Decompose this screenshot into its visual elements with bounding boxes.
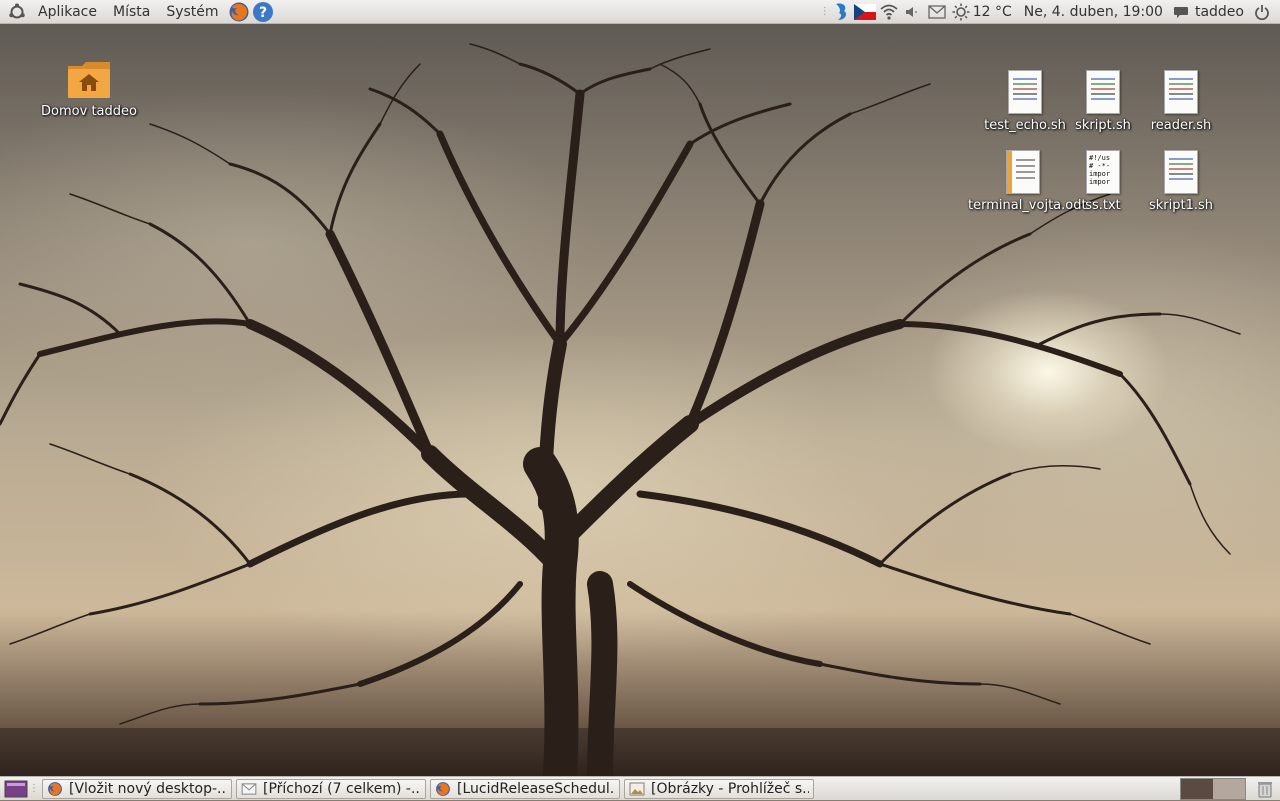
- firefox-icon: [47, 781, 63, 797]
- swiftfox-icon[interactable]: [829, 0, 853, 24]
- home-folder-label: Domov taddeo: [41, 104, 137, 119]
- script-file-icon: [1086, 70, 1120, 114]
- script-file-icon: [1164, 70, 1198, 114]
- firefox-icon[interactable]: [227, 0, 251, 24]
- task-label: [LucidReleaseSchedul...: [457, 780, 615, 797]
- help-icon[interactable]: ?: [251, 0, 275, 24]
- task-button-mail[interactable]: [Příchozí (7 celkem) -...: [236, 778, 426, 799]
- file-label: skript1.sh: [1148, 198, 1214, 213]
- folder-home-icon: [68, 62, 110, 98]
- text-file-preview-icon: #!/us # -*- impor impor: [1086, 150, 1120, 194]
- file-label: terminal_vojta.odt: [968, 198, 1087, 213]
- menu-places[interactable]: Místa: [105, 0, 158, 24]
- power-icon[interactable]: [1250, 0, 1274, 24]
- chat-status-icon[interactable]: [1169, 0, 1193, 24]
- file-reader[interactable]: reader.sh: [1126, 66, 1236, 134]
- user-name[interactable]: taddeo: [1193, 0, 1250, 24]
- svg-text:?: ?: [259, 5, 267, 21]
- workspace-switcher: [1180, 777, 1246, 800]
- menu-system[interactable]: Systém: [158, 0, 226, 24]
- file-skript1[interactable]: skript1.sh: [1126, 146, 1236, 214]
- mail-icon: [241, 781, 257, 797]
- script-file-icon: [1164, 150, 1198, 194]
- odt-document-icon: [1006, 150, 1040, 194]
- tree-silhouette: [0, 43, 1241, 776]
- task-label: [Obrázky - Prohlížeč s...: [651, 780, 809, 797]
- show-desktop-icon: [4, 780, 28, 797]
- weather-temperature[interactable]: 12 °C: [973, 0, 1018, 24]
- desktop-wallpaper[interactable]: Domov taddeo test_echo.sh skript.sh read…: [0, 24, 1280, 776]
- home-folder-icon[interactable]: Domov taddeo: [34, 52, 144, 120]
- image-viewer-icon: [629, 781, 645, 797]
- ubuntu-logo-icon[interactable]: [6, 0, 28, 24]
- keyboard-layout-flag-icon[interactable]: [853, 0, 877, 24]
- task-button-firefox-2[interactable]: [LucidReleaseSchedul...: [430, 778, 620, 799]
- task-button-image-viewer[interactable]: [Obrázky - Prohlížeč s...: [624, 778, 814, 799]
- wifi-icon[interactable]: [877, 0, 901, 24]
- bottom-panel: ⋮ [Vložit nový desktop-... [Příchozí (7 …: [0, 776, 1280, 800]
- mail-indicator-icon[interactable]: [925, 0, 949, 24]
- weather-sun-icon[interactable]: [949, 0, 973, 24]
- workspace-2[interactable]: [1213, 778, 1245, 799]
- script-file-icon: [1008, 70, 1042, 114]
- file-label: reader.sh: [1150, 118, 1212, 133]
- trash-icon[interactable]: [1254, 778, 1276, 800]
- workspace-1[interactable]: [1181, 778, 1213, 799]
- volume-icon[interactable]: [901, 0, 925, 24]
- file-terminal-vojta[interactable]: terminal_vojta.odt: [968, 146, 1087, 214]
- menu-applications[interactable]: Aplikace: [30, 0, 105, 24]
- firefox-icon: [435, 781, 451, 797]
- task-label: [Vložit nový desktop-...: [69, 780, 227, 797]
- panel-handle: ⋮: [29, 783, 39, 794]
- show-desktop-button[interactable]: [2, 778, 30, 800]
- task-button-firefox-1[interactable]: [Vložit nový desktop-...: [42, 778, 232, 799]
- top-panel: Aplikace Místa Systém ? ⋮ 12 °C Ne, 4. d…: [0, 0, 1280, 24]
- panel-handle: ⋮: [819, 6, 830, 17]
- task-label: [Příchozí (7 celkem) -...: [263, 780, 421, 797]
- clock[interactable]: Ne, 4. duben, 19:00: [1018, 0, 1169, 24]
